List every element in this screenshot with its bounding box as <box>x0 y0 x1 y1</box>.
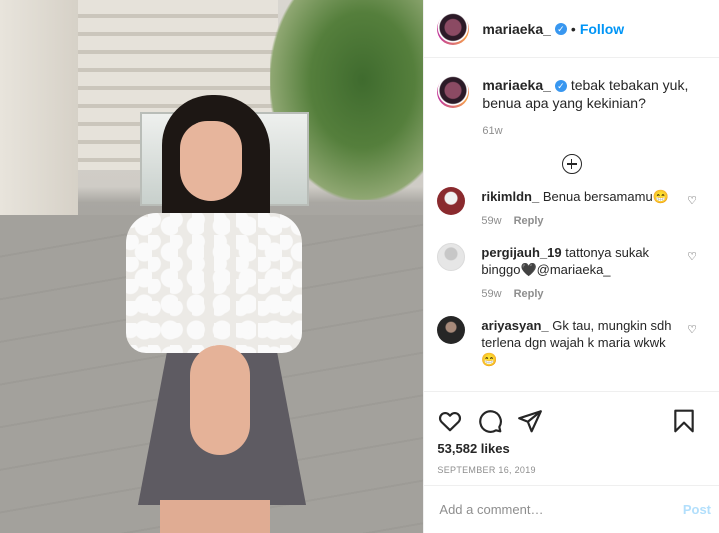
commenter-avatar[interactable] <box>437 187 466 215</box>
add-comment-bar: Post <box>424 485 719 533</box>
commenter-avatar[interactable] <box>437 316 466 344</box>
photo-subject <box>120 95 310 533</box>
comment-item: ariyasyan_ Gk tau, mungkin sdh terlena d… <box>437 316 719 368</box>
comment-meta: 59w Reply <box>481 213 681 230</box>
subject-legs <box>160 500 270 533</box>
post-header: mariaeka_ ✓ • Follow <box>424 0 719 58</box>
heart-icon[interactable] <box>437 408 463 434</box>
caption-body: mariaeka_ ✓ tebak tebakan yuk, benua apa … <box>482 76 702 140</box>
commenter-username[interactable]: ariyasyan_ <box>481 318 548 333</box>
action-bar <box>424 391 719 449</box>
post-date[interactable]: SEPTEMBER 16, 2019 <box>424 465 719 475</box>
comments-section[interactable]: mariaeka_ ✓ tebak tebakan yuk, benua apa … <box>424 58 719 391</box>
add-comment-input[interactable] <box>437 501 683 518</box>
post-comment-button[interactable]: Post <box>683 502 711 517</box>
comment-meta: 59w Reply <box>481 286 681 303</box>
caption: mariaeka_ ✓ tebak tebakan yuk, benua apa … <box>437 58 719 140</box>
subject-blouse <box>126 213 302 353</box>
like-comment-heart-icon[interactable]: ♡ <box>687 323 697 336</box>
share-icon[interactable] <box>517 408 543 434</box>
post-photo[interactable] <box>0 0 424 533</box>
reply-button[interactable]: Reply <box>514 288 544 300</box>
author-avatar[interactable] <box>437 12 470 45</box>
comment-timestamp[interactable]: 59w <box>481 215 501 227</box>
caption-username[interactable]: mariaeka_ <box>482 77 551 93</box>
instagram-post: mariaeka_ ✓ • Follow mariaeka_ ✓ tebak te… <box>0 0 719 533</box>
commenter-username[interactable]: pergijauh_19 <box>481 245 561 260</box>
comment-timestamp[interactable]: 59w <box>481 288 501 300</box>
commenter-username[interactable]: rikimldn_ <box>481 189 539 204</box>
comment-text: Benua bersamamu😁 <box>542 189 669 204</box>
like-comment-heart-icon[interactable]: ♡ <box>687 250 697 263</box>
comment-icon[interactable] <box>477 408 503 434</box>
load-more-comments[interactable] <box>437 154 706 174</box>
comment-item: rikimldn_ Benua bersamamu😁 59w Reply ♡ <box>437 187 719 230</box>
subject-face <box>180 121 242 201</box>
separator: • <box>570 20 576 37</box>
verified-badge-icon: ✓ <box>554 80 567 93</box>
comment-body: pergijauh_19 tattonya sukak binggo🖤@mari… <box>481 244 681 303</box>
verified-badge-icon: ✓ <box>554 22 567 35</box>
author-username[interactable]: mariaeka_ <box>482 21 551 37</box>
reply-button[interactable]: Reply <box>514 215 544 227</box>
comment-body: ariyasyan_ Gk tau, mungkin sdh terlena d… <box>481 317 681 368</box>
follow-button[interactable]: Follow <box>580 21 624 37</box>
commenter-avatar[interactable] <box>437 243 466 271</box>
post-sidebar: mariaeka_ ✓ • Follow mariaeka_ ✓ tebak te… <box>423 0 719 533</box>
comment-body: rikimldn_ Benua bersamamu😁 59w Reply <box>481 188 681 230</box>
caption-timestamp[interactable]: 61w <box>482 122 702 140</box>
add-comments-icon[interactable] <box>561 154 582 174</box>
subject-arms <box>190 345 250 455</box>
author-avatar[interactable] <box>437 76 470 108</box>
like-comment-heart-icon[interactable]: ♡ <box>687 194 697 207</box>
bookmark-icon[interactable] <box>671 408 697 434</box>
photo-background-building <box>0 0 78 215</box>
comment-item: pergijauh_19 tattonya sukak binggo🖤@mari… <box>437 243 719 303</box>
